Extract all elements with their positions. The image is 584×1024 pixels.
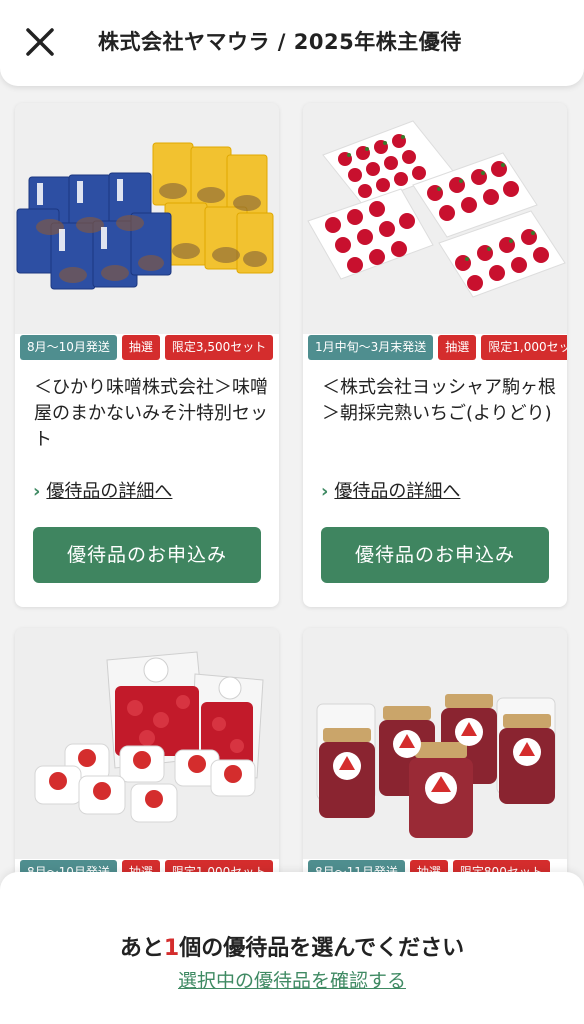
apply-button[interactable]: 優待品のお申込み — [33, 527, 261, 583]
remaining-selection-text: あと1個の優待品を選んでください — [0, 930, 584, 962]
limit-tag: 限定3,500セット — [164, 335, 274, 360]
confirm-selection-link[interactable]: 選択中の優待品を確認する — [0, 966, 584, 993]
product-image[interactable] — [15, 628, 279, 859]
tag-row: 8月〜10月発送 抽選 限定3,500セット — [20, 335, 274, 360]
product-image[interactable] — [303, 628, 567, 859]
chevron-right-icon: › — [321, 481, 329, 502]
product-image[interactable] — [15, 103, 279, 334]
detail-link[interactable]: › 優待品の詳細へ — [321, 477, 460, 503]
lottery-tag: 抽選 — [121, 335, 160, 360]
page-title: 株式会社ヤマウラ / 2025年株主優待 — [98, 30, 462, 54]
limit-tag: 限定1,000セット — [481, 335, 567, 360]
lottery-tag: 抽選 — [438, 335, 477, 360]
product-grid: 8月〜10月発送 抽選 限定3,500セット ＜ひかり味噌株式会社＞味噌屋のまか… — [0, 0, 584, 1024]
close-button[interactable] — [22, 24, 58, 60]
close-icon — [26, 28, 54, 56]
shipping-tag: 1月中旬〜3月末発送 — [308, 335, 434, 360]
product-card: 8月〜10月発送 抽選 限定3,500セット ＜ひかり味噌株式会社＞味噌屋のまか… — [15, 103, 279, 607]
apply-button[interactable]: 優待品のお申込み — [321, 527, 549, 583]
detail-link-label: 優待品の詳細へ — [46, 481, 173, 502]
remaining-suffix: 個の優待品を選んでください — [179, 936, 465, 961]
detail-link[interactable]: › 優待品の詳細へ — [33, 477, 172, 503]
product-title: ＜株式会社ヨッシャア駒ヶ根＞朝採完熟いちご(よりどり) — [322, 377, 556, 424]
detail-link-label: 優待品の詳細へ — [334, 481, 461, 502]
app-header: 株式会社ヤマウラ / 2025年株主優待 — [0, 0, 584, 86]
remaining-count: 1 — [163, 936, 180, 961]
remaining-prefix: あと — [119, 936, 164, 961]
chevron-right-icon: › — [33, 481, 41, 502]
product-image[interactable] — [303, 103, 567, 334]
product-title: ＜ひかり味噌株式会社＞味噌屋のまかないみそ汁特別セット — [34, 377, 268, 450]
tag-row: 1月中旬〜3月末発送 抽選 限定1,000セット — [308, 335, 567, 360]
product-card: 1月中旬〜3月末発送 抽選 限定1,000セット ＜株式会社ヨッシャア駒ヶ根＞朝… — [303, 103, 567, 607]
selection-footer: あと1個の優待品を選んでください 選択中の優待品を確認する — [0, 872, 584, 1024]
shipping-tag: 8月〜10月発送 — [20, 335, 117, 360]
